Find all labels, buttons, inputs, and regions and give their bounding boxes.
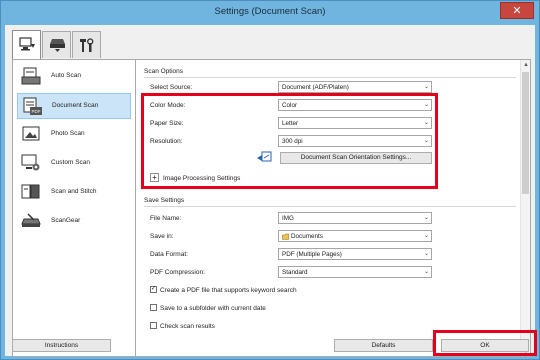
svg-text:PDF: PDF <box>32 109 41 114</box>
nav-label: Photo Scan <box>51 130 85 137</box>
chevron-down-icon: ⌄ <box>423 251 429 257</box>
scroll-thumb[interactable] <box>522 72 529 194</box>
subfolder-date-label: Save to a subfolder with current date <box>160 305 266 312</box>
scroll-up-icon[interactable]: ▲ <box>522 61 530 69</box>
save-in-label: Save in: <box>150 233 174 240</box>
nav-item-scangear[interactable]: ScanGear <box>17 209 131 235</box>
highlight-box <box>433 330 537 356</box>
chevron-down-icon: ⌄ <box>423 269 429 275</box>
chevron-down-icon: ⌄ <box>423 215 429 221</box>
close-window-button[interactable]: ✕ <box>500 2 534 19</box>
data-format-dropdown[interactable]: PDF (Multiple Pages) ⌄ <box>278 248 432 260</box>
photo-scan-icon <box>22 126 40 141</box>
data-format-label: Data Format: <box>150 251 188 258</box>
defaults-button[interactable]: Defaults <box>334 339 433 352</box>
save-in-value: Documents <box>291 233 323 240</box>
keyword-search-label: Create a PDF file that supports keyword … <box>160 287 297 294</box>
nav-label: ScanGear <box>51 217 81 224</box>
nav-label: Custom Scan <box>51 159 91 166</box>
tab-scan-from-computer[interactable] <box>12 30 41 59</box>
general-settings-icon <box>80 38 94 52</box>
select-source-label: Select Source: <box>150 84 193 91</box>
scan-options-heading: Scan Options <box>144 68 184 75</box>
save-settings-heading: Save Settings <box>144 197 185 204</box>
nav-label: Auto Scan <box>51 72 81 79</box>
instructions-button[interactable]: Instructions <box>12 339 111 352</box>
settings-panel: Scan Options Select Source: Document (AD… <box>136 59 531 357</box>
chevron-down-icon: ⌄ <box>423 84 429 90</box>
folder-icon <box>282 233 289 240</box>
save-in-dropdown[interactable]: Documents ⌄ <box>278 230 432 242</box>
vertical-scrollbar[interactable]: ▲ ▼ <box>520 60 530 356</box>
nav-label: Scan and Stitch <box>51 188 97 195</box>
divider <box>144 77 516 78</box>
tab-general-settings[interactable] <box>72 31 101 58</box>
nav-item-document-scan[interactable]: PDF Document Scan <box>17 93 131 119</box>
auto-scan-icon <box>21 67 41 85</box>
divider <box>144 206 516 207</box>
chevron-down-icon: ⌄ <box>423 233 429 239</box>
pdf-compression-dropdown[interactable]: Standard ⌄ <box>278 266 432 278</box>
subfolder-date-checkbox[interactable] <box>150 304 157 311</box>
window-title: Settings (Document Scan) <box>214 6 326 17</box>
title-bar: Settings (Document Scan) ✕ <box>1 1 539 25</box>
select-source-value: Document (ADF/Platen) <box>282 84 349 91</box>
file-name-value: IMG <box>282 215 294 222</box>
data-format-value: PDF (Multiple Pages) <box>282 251 342 258</box>
dialog-client-area: Auto Scan PDF Document Scan Photo Scan C… <box>5 25 537 357</box>
nav-item-photo-scan[interactable]: Photo Scan <box>17 122 131 148</box>
custom-scan-icon <box>21 154 40 171</box>
nav-label: Document Scan <box>52 102 99 109</box>
pdf-compression-value: Standard <box>282 269 308 276</box>
scan-from-computer-icon <box>19 37 35 51</box>
scan-from-operation-panel-icon <box>50 39 65 52</box>
check-scan-results-label: Check scan results <box>160 323 215 330</box>
file-name-label: File Name: <box>150 215 182 222</box>
pdf-compression-label: PDF Compression: <box>150 269 205 276</box>
file-name-combobox[interactable]: IMG ⌄ <box>278 212 432 224</box>
scan-mode-list: Auto Scan PDF Document Scan Photo Scan C… <box>12 59 136 357</box>
check-scan-results-checkbox[interactable] <box>150 322 157 329</box>
nav-item-custom-scan[interactable]: Custom Scan <box>17 151 131 177</box>
nav-item-scan-and-stitch[interactable]: Scan and Stitch <box>17 180 131 206</box>
tab-scan-from-operation-panel[interactable] <box>42 31 71 58</box>
scan-and-stitch-icon <box>21 184 40 199</box>
document-scan-icon: PDF <box>23 97 42 115</box>
scangear-icon <box>21 213 41 227</box>
settings-window: Settings (Document Scan) ✕ Auto Scan PDF… <box>0 0 540 360</box>
select-source-dropdown[interactable]: Document (ADF/Platen) ⌄ <box>278 81 432 93</box>
highlight-box <box>141 93 438 189</box>
nav-item-auto-scan[interactable]: Auto Scan <box>17 64 131 90</box>
keyword-search-checkbox[interactable]: ✓ <box>150 286 157 293</box>
